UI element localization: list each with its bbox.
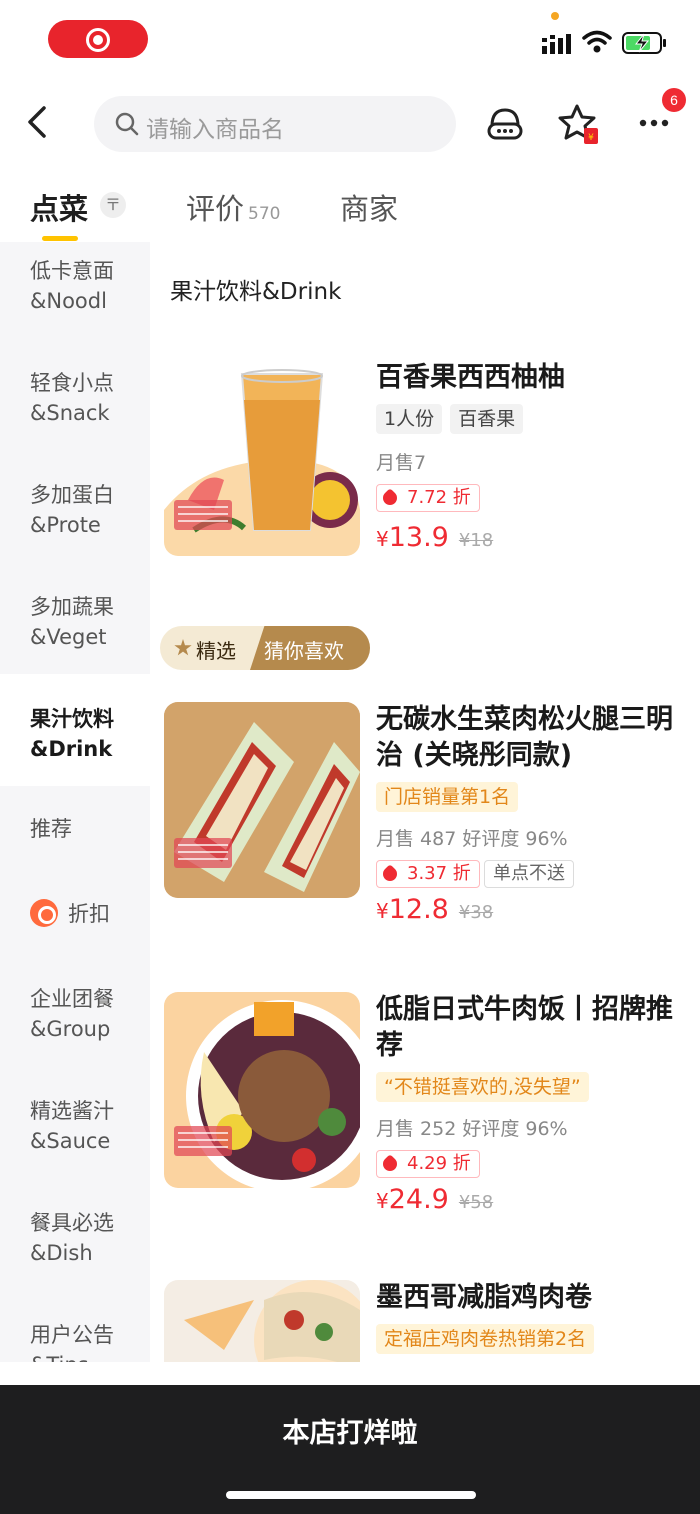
product-name: 无碳水生菜肉松火腿三明治 (关晓彤同款) [376,704,673,771]
section-title: 果汁饮料&Drink [170,279,342,305]
currency-symbol: ¥ [376,1189,389,1213]
wifi-icon [582,30,612,53]
sidebar-item-protein[interactable]: 多加蛋白 &Prote [30,480,150,540]
closed-bar: 本店打烊啦 [0,1385,700,1514]
signal-icon [542,34,571,54]
original-price: ¥58 [458,1192,494,1213]
sidebar-item-snack[interactable]: 轻食小点 &Snack [30,368,150,428]
price-value: 13.9 [388,522,449,553]
price-value: 24.9 [388,1184,449,1215]
search-input[interactable]: 请输入商品名 [94,96,456,152]
no-solo-delivery-tag: 单点不送 [484,860,574,888]
search-placeholder: 请输入商品名 [146,117,284,143]
discount-badge: 7.72 折 [376,484,480,512]
sidebar-item-group[interactable]: 企业团餐 &Group [30,984,150,1044]
review-count: 570 [248,204,281,224]
product-image[interactable] [164,360,360,556]
nutrition-label [174,1126,232,1156]
svg-text:¥: ¥ [588,133,594,143]
tag-chip: 百香果 [450,404,524,434]
sidebar-item-noodle[interactable]: 低卡意面 &Noodl [30,256,150,316]
customer-service-icon[interactable] [484,102,526,144]
sidebar-item-tips[interactable]: 用户公告 &Tips [30,1320,150,1362]
nutrition-label [174,500,232,530]
product-card[interactable]: 无碳水生菜肉松火腿三明治 (关晓彤同款) 门店销量第1名 月售 487 好评度 … [164,702,700,942]
currency-symbol: ¥ [376,527,389,551]
home-indicator[interactable] [226,1491,476,1499]
star-icon [174,639,192,656]
ranking-tag: 门店销量第1名 [376,782,519,812]
picked-banner: 精选 猜你喜欢 [160,626,370,670]
sidebar-cap [0,660,150,674]
currency-symbol: ¥ [376,899,389,923]
product-image[interactable] [164,1280,360,1362]
sort-icon[interactable]: 〒 [100,192,126,218]
price: ¥24.9 ¥58 [376,1184,493,1215]
sidebar-item-discount[interactable]: 折扣 [68,899,150,929]
privacy-indicator-dot [551,12,559,20]
nutrition-label [174,838,232,868]
price-value: 12.8 [388,894,449,925]
favorite-star-icon[interactable]: ¥ [558,102,600,144]
back-icon[interactable] [22,104,52,140]
product-image[interactable] [164,702,360,898]
record-icon [86,28,110,52]
battery-charging-icon [622,32,666,54]
product-image[interactable] [164,992,360,1188]
tag-chip: 1人份 [376,404,443,434]
tab-reviews[interactable]: 评价 570 [186,186,280,228]
tab-bar: 点菜 〒 评价 570 商家 [0,170,700,242]
tab-active-indicator [42,236,78,241]
category-sidebar: 低卡意面 &Noodl 轻食小点 &Snack 多加蛋白 &Prote 多加蔬果… [0,242,150,1362]
product-tags: 1人份 百香果 [376,404,531,434]
notification-badge: 6 [662,88,686,112]
picked-label: 精选 [196,639,236,663]
original-price: ¥18 [458,530,494,551]
product-card[interactable]: 低脂日式牛肉饭丨招牌推荐 “不错挺喜欢的,没失望” 月售 252 好评度 96%… [164,992,700,1232]
tab-order[interactable]: 点菜 [30,186,88,228]
product-card[interactable]: 墨西哥减脂鸡肉卷 定福庄鸡肉卷热销第2名 [164,1280,700,1362]
store-closed-label: 本店打烊啦 [282,1418,418,1449]
sidebar-item-drink[interactable]: 果汁饮料 &Drink [30,704,150,764]
sidebar-cap [0,786,150,800]
discount-icon [30,899,58,927]
sidebar-item-dish[interactable]: 餐具必选 &Dish [30,1208,150,1268]
product-card[interactable]: 百香果西西柚柚 1人份 百香果 月售7 7.72 折 ¥13.9 ¥18 [164,360,700,600]
discount-badge: 3.37 折 [376,860,480,888]
review-quote-tag: “不错挺喜欢的,没失望” [376,1072,589,1102]
status-bar [0,0,700,80]
product-name: 低脂日式牛肉饭丨招牌推荐 [376,994,673,1061]
price: ¥12.8 ¥38 [376,894,493,925]
tab-label: 点菜 [30,192,89,226]
chicken-wrap-image [164,1280,360,1362]
product-name: 百香果西西柚柚 [376,362,565,393]
beef-rice-image [164,992,360,1188]
sidebar-item-recommend[interactable]: 推荐 [30,814,150,844]
monthly-sales: 月售 487 好评度 96% [376,828,568,850]
discount-badge: 4.29 折 [376,1150,480,1178]
ranking-tag: 定福庄鸡肉卷热销第2名 [376,1324,595,1354]
sidebar-item-sauce[interactable]: 精选酱汁 &Sauce [30,1096,150,1156]
monthly-sales: 月售7 [376,452,427,474]
search-icon [115,112,139,136]
original-price: ¥38 [458,902,494,923]
price: ¥13.9 ¥18 [376,522,493,553]
product-list: 果汁饮料&Drink 百香果西西柚柚 1人份 百香果 月售7 7.72 折 ¥13… [150,242,700,1362]
sandwich-image [164,702,360,898]
sidebar-item-veget[interactable]: 多加蔬果 &Veget [30,592,150,652]
tab-merchant[interactable]: 商家 [340,186,398,228]
tab-label: 商家 [340,192,399,226]
tab-label: 评价 [186,192,245,226]
guess-you-like-label: 猜你喜欢 [264,639,344,663]
nav-bar: 请输入商品名 ¥ 6 [0,88,700,158]
product-name: 墨西哥减脂鸡肉卷 [376,1282,592,1313]
monthly-sales: 月售 252 好评度 96% [376,1118,568,1140]
